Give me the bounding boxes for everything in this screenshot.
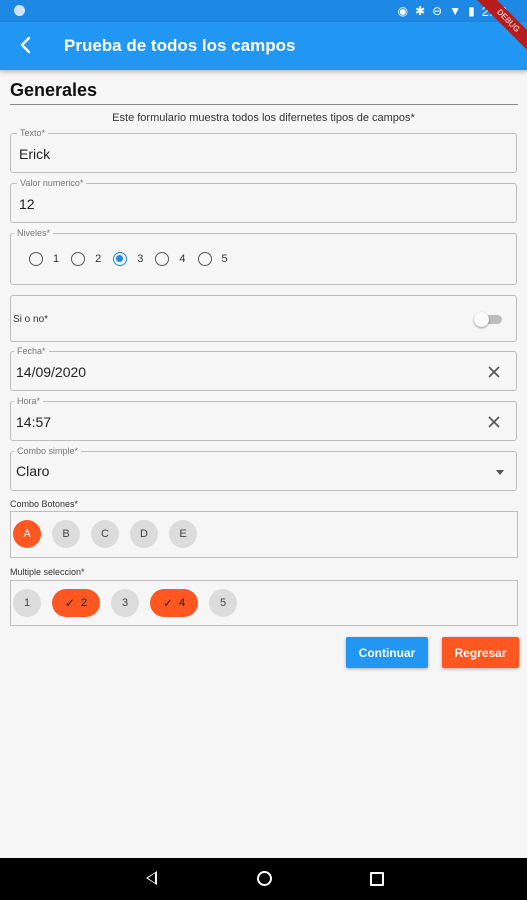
chip-option-e[interactable]: E — [169, 520, 197, 548]
radio-button[interactable] — [197, 252, 212, 266]
radio-button[interactable] — [155, 252, 170, 266]
text-field-label: Texto* — [17, 127, 49, 139]
bluetooth-icon: ✱ — [415, 4, 426, 18]
levels-radio-group: Niveles* 1 2 3 4 5 — [10, 227, 517, 285]
nav-home-icon[interactable] — [257, 871, 272, 886]
date-field-label: Fecha* — [14, 345, 49, 357]
wifi-icon: ▼ — [449, 4, 462, 18]
app-bar: Prueba de todos los campos — [0, 22, 527, 70]
dropdown-arrow-icon — [496, 470, 504, 475]
multiple-selection-label: Multiple seleccion* — [10, 567, 85, 577]
multi-chip-4-selected[interactable]: ✓ 4 — [150, 589, 198, 617]
multi-chip-2-selected[interactable]: ✓ 2 — [52, 589, 100, 617]
combo-buttons-group: A B C D E — [10, 511, 518, 558]
radio-label: 4 — [179, 253, 186, 265]
system-nav-bar — [0, 858, 527, 900]
radio-button-selected[interactable] — [113, 252, 128, 266]
text-field[interactable]: Texto* Erick — [10, 127, 517, 173]
chip-option-c[interactable]: C — [91, 520, 119, 548]
clear-icon[interactable] — [486, 414, 502, 430]
do-not-disturb-icon: ⊖ — [432, 4, 443, 18]
multi-chip-3[interactable]: 3 — [111, 589, 139, 617]
radio-option-2[interactable]: 2 — [71, 252, 101, 266]
nav-back-icon[interactable] — [146, 871, 157, 885]
page-title: Prueba de todos los campos — [64, 36, 296, 55]
time-field-label: Hora* — [14, 395, 44, 407]
numeric-field-value: 12 — [19, 196, 35, 212]
simple-combo-label: Combo simple* — [14, 445, 82, 457]
radio-label: 2 — [95, 253, 102, 265]
status-bar: ◉ ✱ ⊖ ▼ ▮ 2:58 — [0, 0, 527, 22]
switch-thumb — [474, 312, 489, 327]
check-icon: ✓ — [64, 596, 75, 610]
radio-option-4[interactable]: 4 — [155, 252, 186, 266]
simple-combo-value: Claro — [16, 463, 50, 479]
date-field-value: 14/09/2020 — [16, 364, 87, 380]
radio-option-3[interactable]: 3 — [113, 252, 143, 266]
radio-label: 3 — [137, 253, 144, 265]
numeric-field-label: Valor numerico* — [17, 177, 87, 189]
section-title: Generales — [10, 80, 98, 100]
chip-option-b[interactable]: B — [52, 520, 80, 548]
radio-button[interactable] — [71, 252, 86, 266]
multi-chip-1[interactable]: 1 — [13, 589, 41, 617]
multiple-selection-group: 1 ✓ 2 3 ✓ 4 5 — [10, 580, 518, 626]
multi-chip-5[interactable]: 5 — [209, 589, 237, 617]
yes-no-field: Si o no* — [10, 295, 517, 342]
simple-combo-dropdown[interactable]: Combo simple* Claro — [10, 445, 517, 491]
radio-option-1[interactable]: 1 — [29, 252, 59, 266]
nav-recents-icon[interactable] — [370, 872, 384, 886]
text-field-value: Erick — [19, 146, 51, 162]
numeric-field[interactable]: Valor numerico* 12 — [10, 177, 517, 223]
time-field[interactable]: Hora* 14:57 — [10, 395, 517, 441]
combo-buttons-label: Combo Botones* — [10, 499, 79, 509]
battery-icon: ▮ — [468, 4, 475, 18]
chip-option-d[interactable]: D — [130, 520, 158, 548]
radio-option-5[interactable]: 5 — [197, 252, 228, 266]
date-field[interactable]: Fecha* 14/09/2020 — [10, 345, 517, 391]
radio-button[interactable] — [29, 252, 43, 266]
radio-row: 1 2 3 4 5 — [29, 252, 240, 266]
notification-icon — [14, 5, 25, 16]
arrow-back-icon[interactable] — [16, 32, 38, 58]
check-icon: ✓ — [162, 596, 173, 610]
yes-no-toggle[interactable] — [474, 312, 502, 327]
clear-icon[interactable] — [486, 364, 502, 380]
back-button[interactable]: Regresar — [442, 637, 519, 668]
yes-no-label: Si o no* — [13, 314, 49, 325]
levels-label: Niveles* — [14, 227, 54, 239]
radio-label: 1 — [53, 253, 60, 265]
section-subtitle: Este formulario muestra todos los difern… — [112, 112, 415, 124]
radio-label: 5 — [221, 253, 228, 265]
section-divider — [10, 104, 518, 105]
location-icon: ◉ — [397, 4, 409, 18]
continue-button[interactable]: Continuar — [346, 637, 428, 668]
chip-option-a[interactable]: A — [13, 520, 41, 548]
time-field-value: 14:57 — [16, 414, 52, 430]
